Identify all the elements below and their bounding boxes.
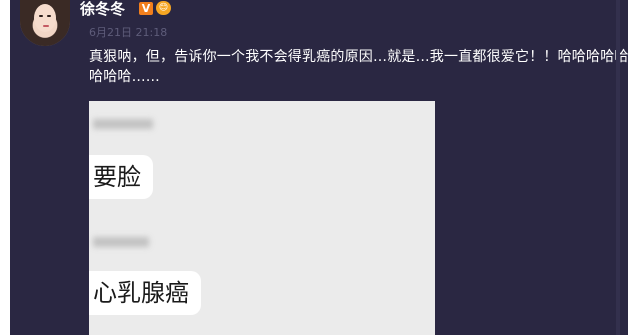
avatar-eye-left xyxy=(39,15,43,17)
page-edge xyxy=(616,0,620,335)
weibo-post: 徐冬冬 V 😊 6月21日 21:18 真狠呐，但，告诉你一个我不会得乳癌的原因… xyxy=(10,0,628,335)
chat-bubble: 心乳腺癌 xyxy=(89,271,201,315)
chat-bubble-text: 要脸 xyxy=(93,163,141,191)
username-link[interactable]: 徐冬冬 xyxy=(80,0,125,18)
post-timestamp[interactable]: 6月21日 21:18 xyxy=(89,26,167,39)
avatar[interactable] xyxy=(20,0,70,46)
chat-bubble: 要脸 xyxy=(89,155,153,199)
avatar-face xyxy=(34,4,56,32)
avatar-eye-right xyxy=(47,15,51,17)
post-text: 真狠呐，但，告诉你一个我不会得乳癌的原因…就是…我一直都很爱它！！哈哈哈哈哈哈哈… xyxy=(89,49,629,85)
blurred-text xyxy=(93,119,153,129)
chat-bubble-text: 心乳腺癌 xyxy=(93,279,189,307)
verified-icon: V xyxy=(139,2,153,15)
member-badge-icon: 😊 xyxy=(156,1,171,15)
avatar-lips xyxy=(43,25,49,27)
blurred-text xyxy=(93,237,149,247)
attached-image[interactable]: 要脸 心乳腺癌 xyxy=(89,101,435,335)
screenshot-frame: 徐冬冬 V 😊 6月21日 21:18 真狠呐，但，告诉你一个我不会得乳癌的原因… xyxy=(0,0,641,335)
